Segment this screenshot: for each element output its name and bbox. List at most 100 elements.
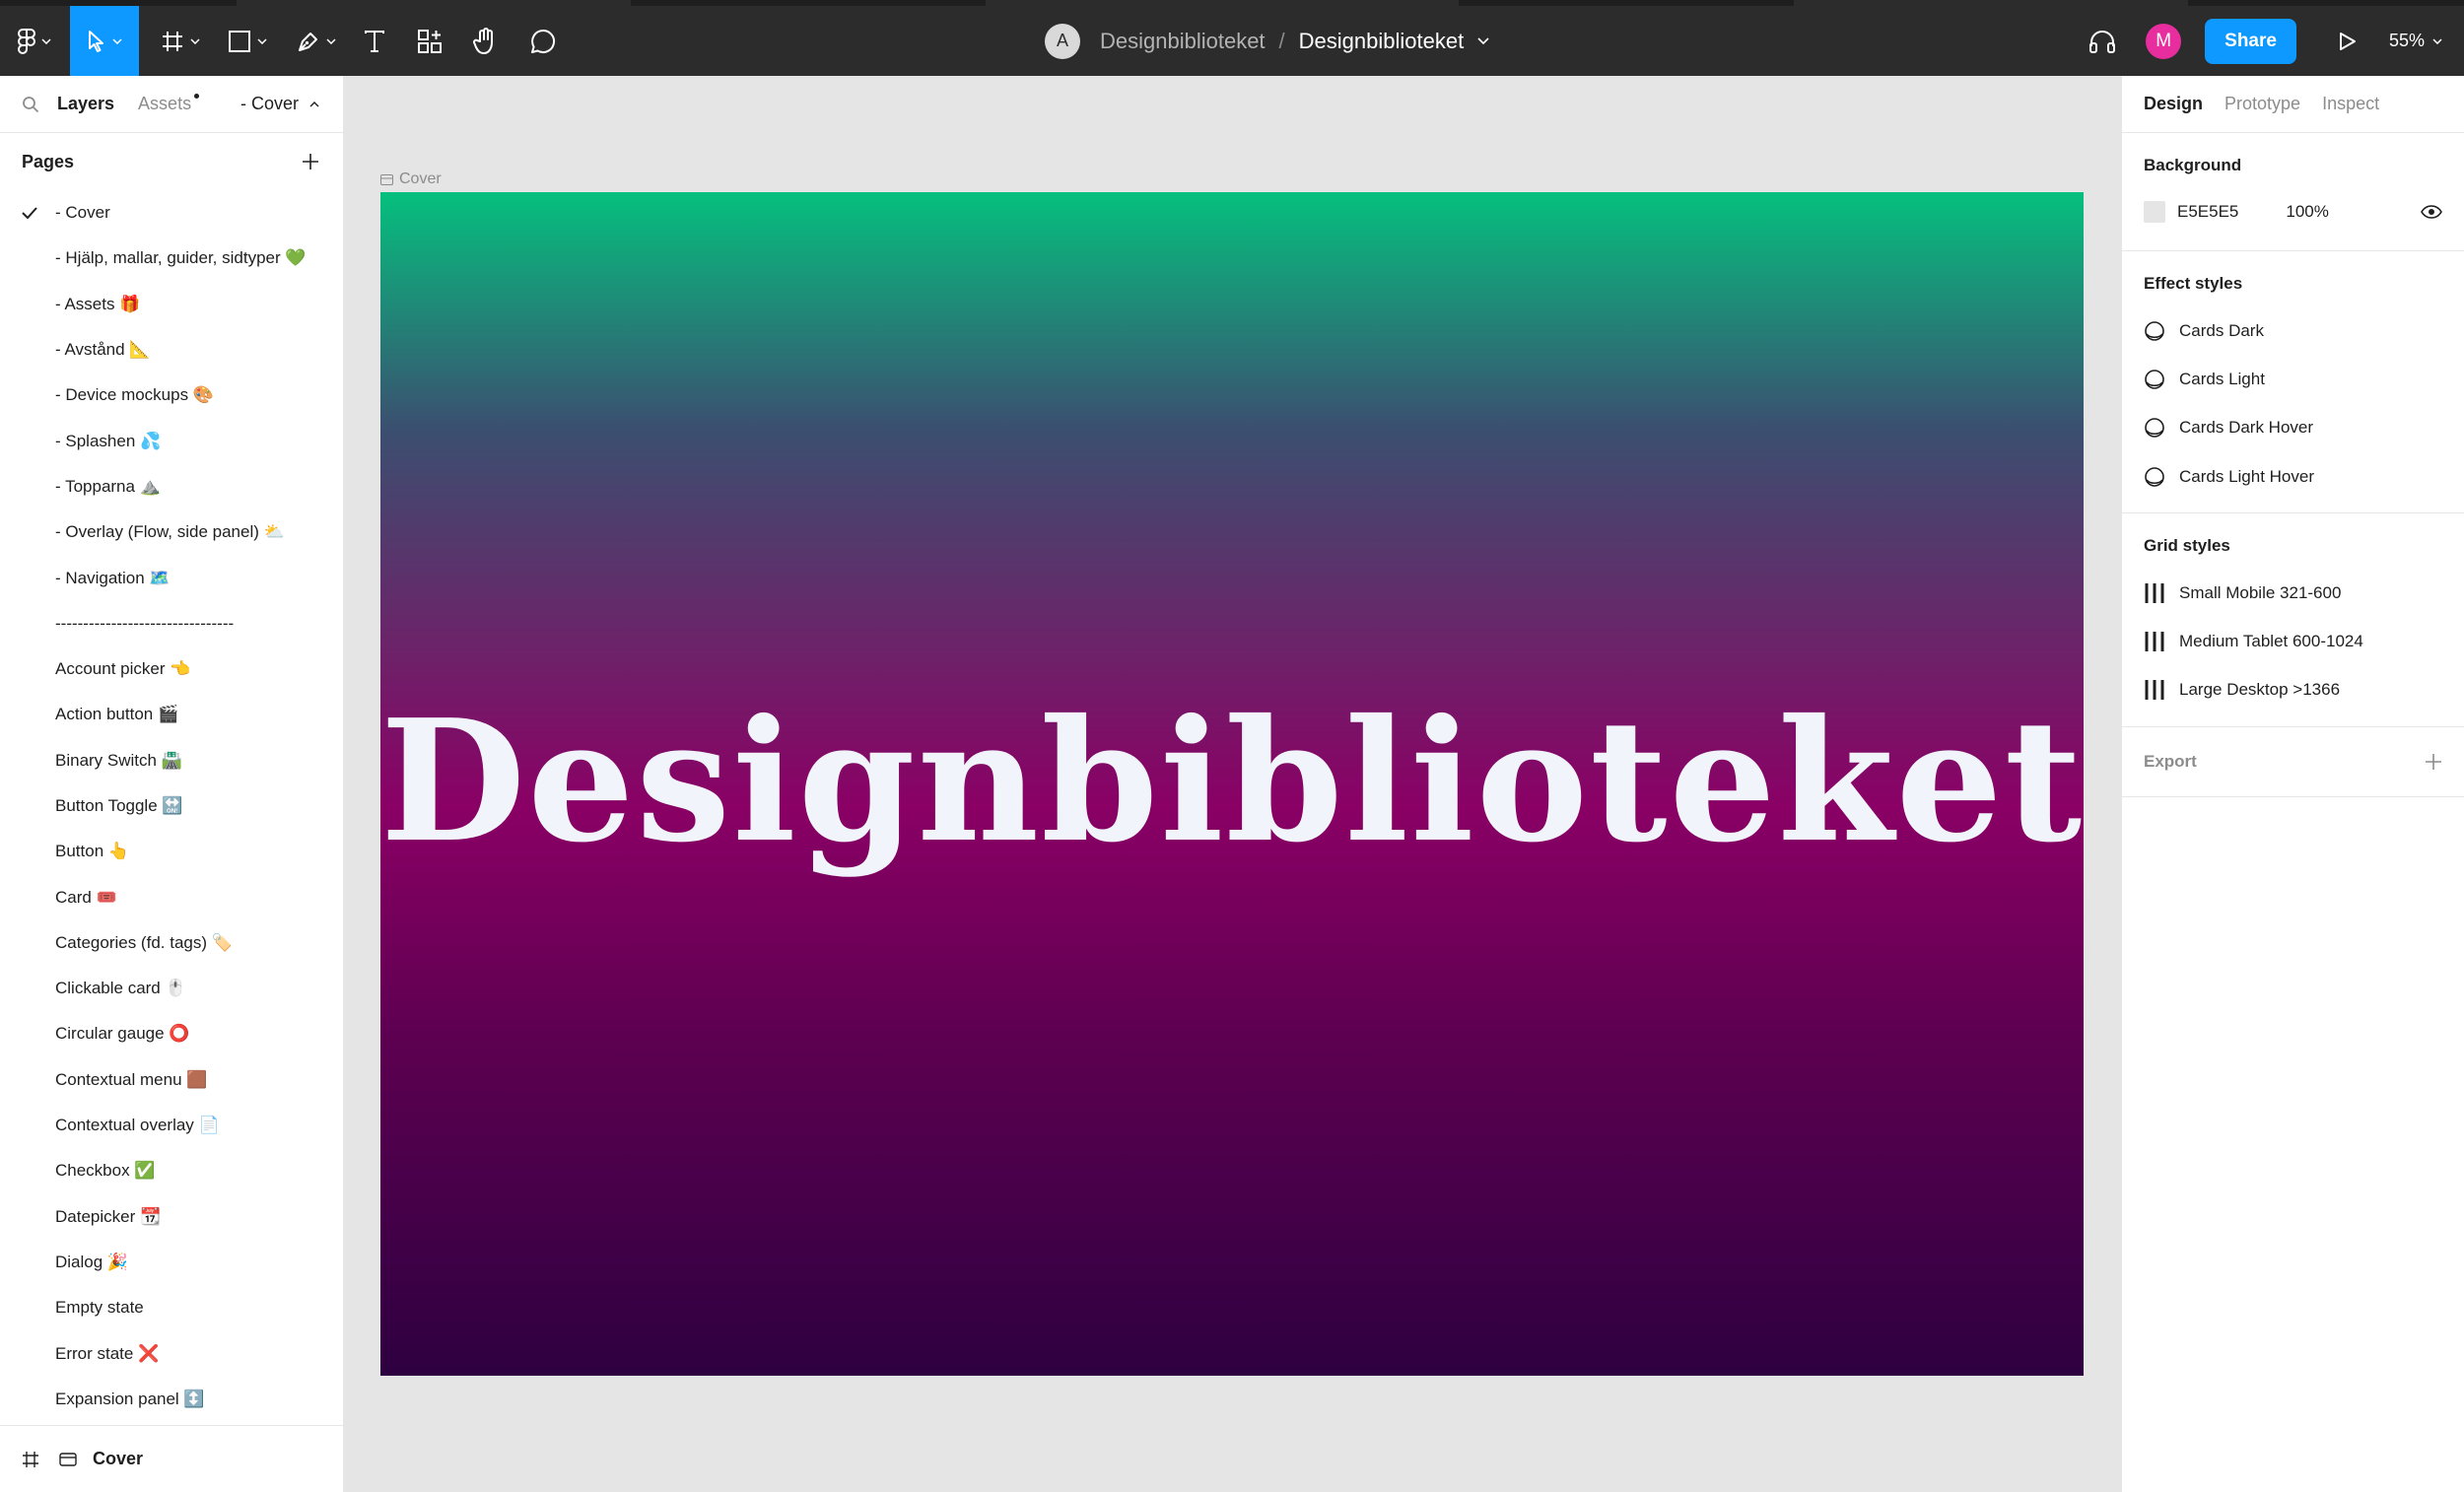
effect-style-label: Cards Dark: [2179, 320, 2264, 340]
audio-button[interactable]: [2073, 29, 2132, 54]
background-swatch[interactable]: [2144, 200, 2165, 223]
page-item-label: Error state ❌: [55, 1343, 160, 1363]
breadcrumb-project[interactable]: Designbiblioteket: [1100, 29, 1266, 54]
page-item[interactable]: Circular gauge ⭕: [0, 1011, 343, 1056]
page-item[interactable]: - Overlay (Flow, side panel) ⛅: [0, 509, 343, 555]
toolbar-right: M Share 55%: [2073, 6, 2464, 76]
grid-style-label: Large Desktop >1366: [2179, 680, 2341, 700]
tab-layers[interactable]: Layers: [57, 94, 114, 114]
page-item[interactable]: - Topparna ⛰️: [0, 464, 343, 509]
tab-assets-label: Assets: [138, 94, 192, 113]
page-item[interactable]: Dialog 🎉: [0, 1240, 343, 1285]
eye-icon[interactable]: [2421, 204, 2442, 219]
page-item[interactable]: Error state ❌: [0, 1330, 343, 1376]
chevron-down-icon: [41, 37, 51, 44]
cover-title: Designbiblioteket: [379, 682, 2085, 880]
user-avatar[interactable]: M: [2146, 23, 2182, 59]
page-item[interactable]: Expansion panel ↕️: [0, 1377, 343, 1422]
page-select[interactable]: - Cover: [240, 94, 319, 114]
page-item[interactable]: Contextual overlay 📄: [0, 1103, 343, 1148]
grid-styles-title: Grid styles: [2144, 536, 2230, 556]
pages-title: Pages: [22, 151, 75, 171]
tab-design[interactable]: Design: [2144, 94, 2203, 114]
grid-style-item[interactable]: Large Desktop >1366: [2144, 666, 2442, 714]
breadcrumb: A Designbiblioteket / Designbiblioteket: [1045, 6, 1489, 76]
current-page-label: - Cover: [240, 94, 299, 113]
page-item[interactable]: Contextual menu 🟫: [0, 1057, 343, 1103]
text-tool-button[interactable]: [355, 6, 394, 76]
frame-tool-button[interactable]: [156, 6, 205, 76]
grid-style-item[interactable]: Small Mobile 321-600: [2144, 569, 2442, 617]
zoom-menu[interactable]: 55%: [2389, 31, 2442, 51]
page-item[interactable]: Checkbox ✅: [0, 1148, 343, 1193]
page-item[interactable]: - Assets 🎁: [0, 282, 343, 327]
page-item-label: Binary Switch 🛣️: [55, 750, 182, 770]
cover-frame[interactable]: Designbiblioteket: [380, 192, 2084, 1376]
present-icon: [2339, 32, 2356, 50]
chevron-up-icon: [309, 102, 319, 107]
page-item[interactable]: Action button 🎬: [0, 692, 343, 737]
page-item[interactable]: - Navigation 🗺️: [0, 555, 343, 600]
shape-tool-button[interactable]: [223, 6, 272, 76]
page-item[interactable]: Empty state: [0, 1285, 343, 1330]
add-page-icon[interactable]: [302, 153, 319, 170]
pen-tool-button[interactable]: [292, 6, 341, 76]
page-item[interactable]: - Cover: [0, 190, 343, 236]
page-item[interactable]: Datepicker 📆: [0, 1194, 343, 1240]
properties-tabs: Design Prototype Inspect: [2122, 76, 2464, 133]
effect-style-item[interactable]: Cards Dark: [2144, 306, 2442, 355]
effect-style-item[interactable]: Cards Light: [2144, 355, 2442, 403]
page-item[interactable]: - Avstånd 📐: [0, 327, 343, 373]
page-item[interactable]: Card 🎟️: [0, 874, 343, 919]
breadcrumb-file[interactable]: Designbiblioteket: [1299, 29, 1465, 54]
page-item-label: Expansion panel ↕️: [55, 1389, 205, 1408]
page-item-label: - Assets 🎁: [55, 294, 141, 313]
present-button[interactable]: [2320, 32, 2375, 51]
page-item[interactable]: Binary Switch 🛣️: [0, 738, 343, 783]
page-item-label: Empty state: [55, 1298, 144, 1318]
layer-row-cover[interactable]: Cover: [0, 1425, 343, 1492]
tab-assets[interactable]: Assets: [138, 94, 200, 114]
hand-tool-button[interactable]: [466, 6, 506, 76]
page-item-divider[interactable]: --------------------------------: [0, 601, 343, 646]
page-item[interactable]: Clickable card 🖱️: [0, 966, 343, 1011]
tab-prototype[interactable]: Prototype: [2224, 94, 2300, 114]
chevron-down-icon[interactable]: [1477, 36, 1489, 45]
page-item-label: - Cover: [55, 203, 110, 223]
comment-tool-button[interactable]: [522, 6, 564, 76]
tab-inspect[interactable]: Inspect: [2322, 94, 2379, 114]
page-item-label: Datepicker 📆: [55, 1206, 162, 1226]
headphones-icon: [2089, 30, 2116, 53]
chevron-down-icon: [112, 37, 122, 44]
page-item[interactable]: - Splashen 💦: [0, 418, 343, 463]
search-icon[interactable]: [22, 96, 39, 113]
background-opacity[interactable]: 100%: [2286, 202, 2328, 222]
page-item[interactable]: Button 👆: [0, 829, 343, 874]
grid-style-item[interactable]: Medium Tablet 600-1024: [2144, 617, 2442, 665]
page-item[interactable]: - Hjälp, mallar, guider, sidtyper 💚: [0, 236, 343, 281]
add-export-icon[interactable]: [2425, 753, 2442, 771]
page-item[interactable]: Account picker 👈: [0, 646, 343, 692]
grid-style-icon: [2145, 632, 2164, 652]
team-avatar[interactable]: A: [1045, 23, 1080, 59]
resources-button[interactable]: [410, 6, 449, 76]
effect-style-item[interactable]: Cards Light Hover: [2144, 452, 2442, 501]
page-item[interactable]: Categories (fd. tags) 🏷️: [0, 920, 343, 966]
page-item-label: - Hjälp, mallar, guider, sidtyper 💚: [55, 248, 307, 268]
page-item[interactable]: - Device mockups 🎨: [0, 373, 343, 418]
background-row: E5E5E5 100%: [2144, 188, 2442, 235]
effect-style-item[interactable]: Cards Dark Hover: [2144, 404, 2442, 452]
figma-menu-icon: [18, 28, 35, 54]
page-item[interactable]: Button Toggle 🔛: [0, 783, 343, 829]
effect-style-label: Cards Light: [2179, 369, 2265, 388]
frame-label[interactable]: Cover: [380, 170, 442, 188]
share-button[interactable]: Share: [2205, 18, 2296, 64]
zoom-level: 55%: [2388, 31, 2425, 50]
export-title: Export: [2144, 752, 2197, 772]
figma-menu-button[interactable]: [10, 6, 59, 76]
page-item-label: Dialog 🎉: [55, 1252, 129, 1271]
background-hex[interactable]: E5E5E5: [2177, 202, 2238, 222]
page-item-label: Account picker 👈: [55, 659, 191, 679]
move-tool-button[interactable]: [70, 6, 139, 76]
unread-dot: [194, 94, 200, 99]
